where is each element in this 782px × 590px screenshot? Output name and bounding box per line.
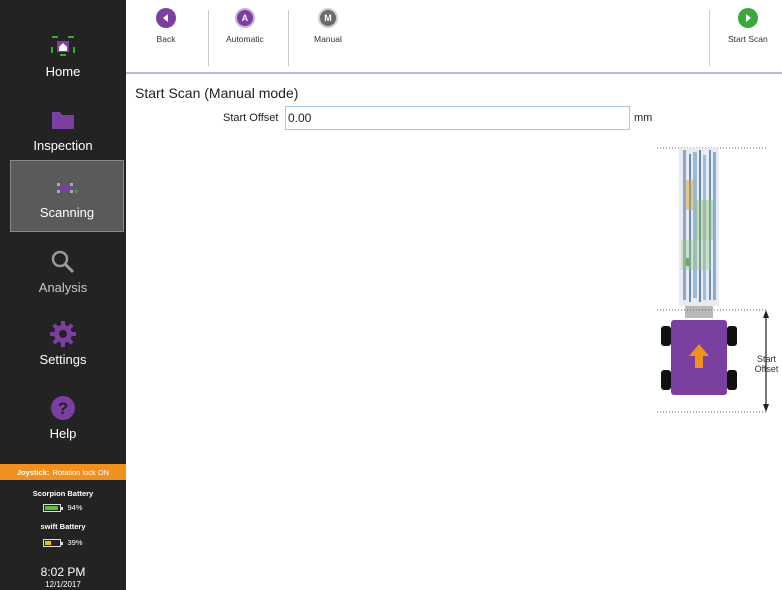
clock-time: 8:02 PM [40,565,86,579]
sidebar-item-help[interactable]: ? Help [0,382,126,452]
manual-mode-icon: M [317,8,338,28]
scan-offset-diagram: Start Offset [655,140,782,425]
sidebar-item-inspection[interactable]: Inspection [0,94,126,164]
scanner-icon [50,173,84,201]
page-title: Start Scan (Manual mode) [135,85,299,101]
sidebar-item-settings[interactable]: Settings [0,308,126,378]
toolbar-divider [288,10,289,66]
battery-icon [43,503,64,512]
svg-text:?: ? [58,399,68,418]
automatic-button[interactable]: A Automatic [226,8,264,44]
start-offset-diagram-label: Start Offset [754,354,779,374]
battery-icon [43,538,64,547]
play-icon [737,8,758,28]
start-offset-label: Start Offset [223,112,279,124]
sidebar-item-analysis[interactable]: Analysis [0,236,126,306]
clock-date: 12/1/2017 [45,580,81,589]
gear-icon [46,320,80,348]
help-icon: ? [46,394,80,422]
swift-battery: 39% [0,538,126,547]
back-button[interactable]: Back [156,8,176,44]
scorpion-battery-title: Scorpion Battery [32,489,94,498]
automatic-mode-icon: A [234,8,255,28]
back-arrow-icon [156,8,176,28]
joystick-status: Joystick: Rotation lock ON [0,464,126,480]
scan-offset-illustration [657,147,769,413]
sidebar-item-scanning[interactable]: Scanning [10,160,124,232]
toolbar-divider [208,10,209,66]
toolbar: Back A Automatic M Manual Start Scan [126,0,782,74]
manual-button[interactable]: M Manual [314,8,342,44]
scorpion-battery: 94% [0,503,126,512]
sidebar-item-home[interactable]: Home [0,20,126,90]
folder-icon [46,106,80,134]
start-scan-button[interactable]: Start Scan [728,8,768,44]
scan-data-image [679,148,719,306]
start-offset-unit: mm [634,112,653,124]
home-icon [46,32,80,60]
magnifier-icon [46,248,80,276]
start-offset-input[interactable] [285,106,630,130]
toolbar-divider [709,10,710,66]
sidebar: Home Inspection Scanning Analysis Settin… [0,0,126,590]
swift-battery-title: swift Battery [40,522,86,531]
